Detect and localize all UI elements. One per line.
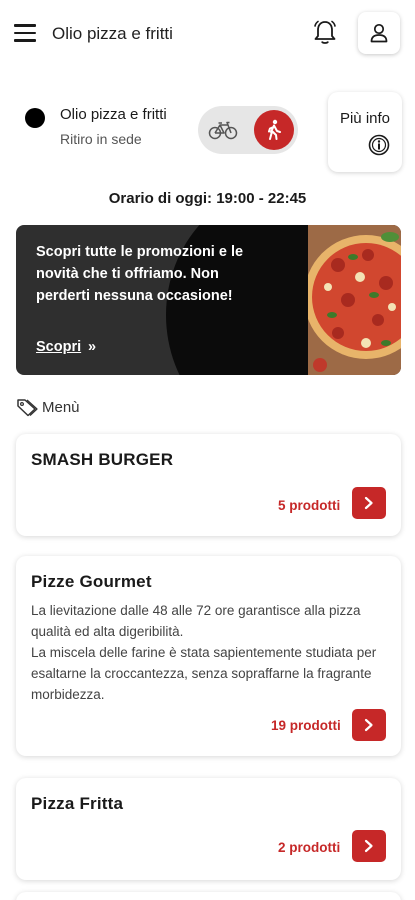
promo-discover-link[interactable]: Scopri xyxy=(36,339,81,355)
category-open-button[interactable] xyxy=(352,709,386,741)
bell-icon[interactable] xyxy=(310,18,340,48)
store-name: Olio pizza e fritti xyxy=(60,106,167,123)
pickup-mode-button[interactable] xyxy=(254,110,294,150)
menu-heading-label: Menù xyxy=(42,398,80,416)
walking-icon xyxy=(268,119,281,140)
double-chevron-right-icon: » xyxy=(88,339,97,355)
more-info-label: Più info xyxy=(339,110,391,127)
category-card-pizze-gourmet[interactable]: Pizze Gourmet La lievitazione dalle 48 a… xyxy=(16,556,401,756)
category-open-button[interactable] xyxy=(352,830,386,862)
order-mode-toggle[interactable] xyxy=(198,106,298,154)
tag-icon xyxy=(17,399,38,417)
today-hours: Orario di oggi: 19:00 - 22:45 xyxy=(108,190,307,207)
category-open-button[interactable] xyxy=(352,487,386,519)
more-info-button[interactable]: Più info xyxy=(328,92,402,172)
order-mode-label: Ritiro in sede xyxy=(60,131,142,147)
promo-text: Scopri tutte le promozioni e le novità c… xyxy=(36,244,244,304)
category-product-count: 19 prodotti xyxy=(271,718,341,733)
chevron-right-icon xyxy=(364,839,373,853)
category-card-partial[interactable] xyxy=(16,892,401,900)
category-title: Pizza Fritta xyxy=(31,794,124,813)
top-bar: Olio pizza e fritti xyxy=(0,0,415,66)
category-title: Pizze Gourmet xyxy=(31,572,152,591)
category-description: La lievitazione dalle 48 alle 72 ore gar… xyxy=(31,603,377,702)
category-title: SMASH BURGER xyxy=(31,450,174,469)
promo-banner[interactable]: Scopri tutte le promozioni e le novità c… xyxy=(16,225,401,375)
account-button[interactable] xyxy=(358,12,400,54)
chevron-right-icon xyxy=(364,496,373,510)
user-icon xyxy=(370,23,388,43)
category-card-smash-burger[interactable]: SMASH BURGER 5 prodotti xyxy=(16,434,401,536)
chevron-right-icon xyxy=(364,718,373,732)
store-logo xyxy=(25,108,45,128)
bicycle-icon[interactable] xyxy=(208,118,238,142)
category-card-pizza-fritta[interactable]: Pizza Fritta 2 prodotti xyxy=(16,778,401,880)
info-icon xyxy=(368,134,390,156)
category-product-count: 2 prodotti xyxy=(278,840,341,855)
menu-heading: Menù xyxy=(16,396,80,418)
category-product-count: 5 prodotti xyxy=(278,498,341,513)
hamburger-icon[interactable] xyxy=(14,24,36,42)
app-title: Olio pizza e fritti xyxy=(52,24,173,43)
pizza-image xyxy=(308,225,401,375)
